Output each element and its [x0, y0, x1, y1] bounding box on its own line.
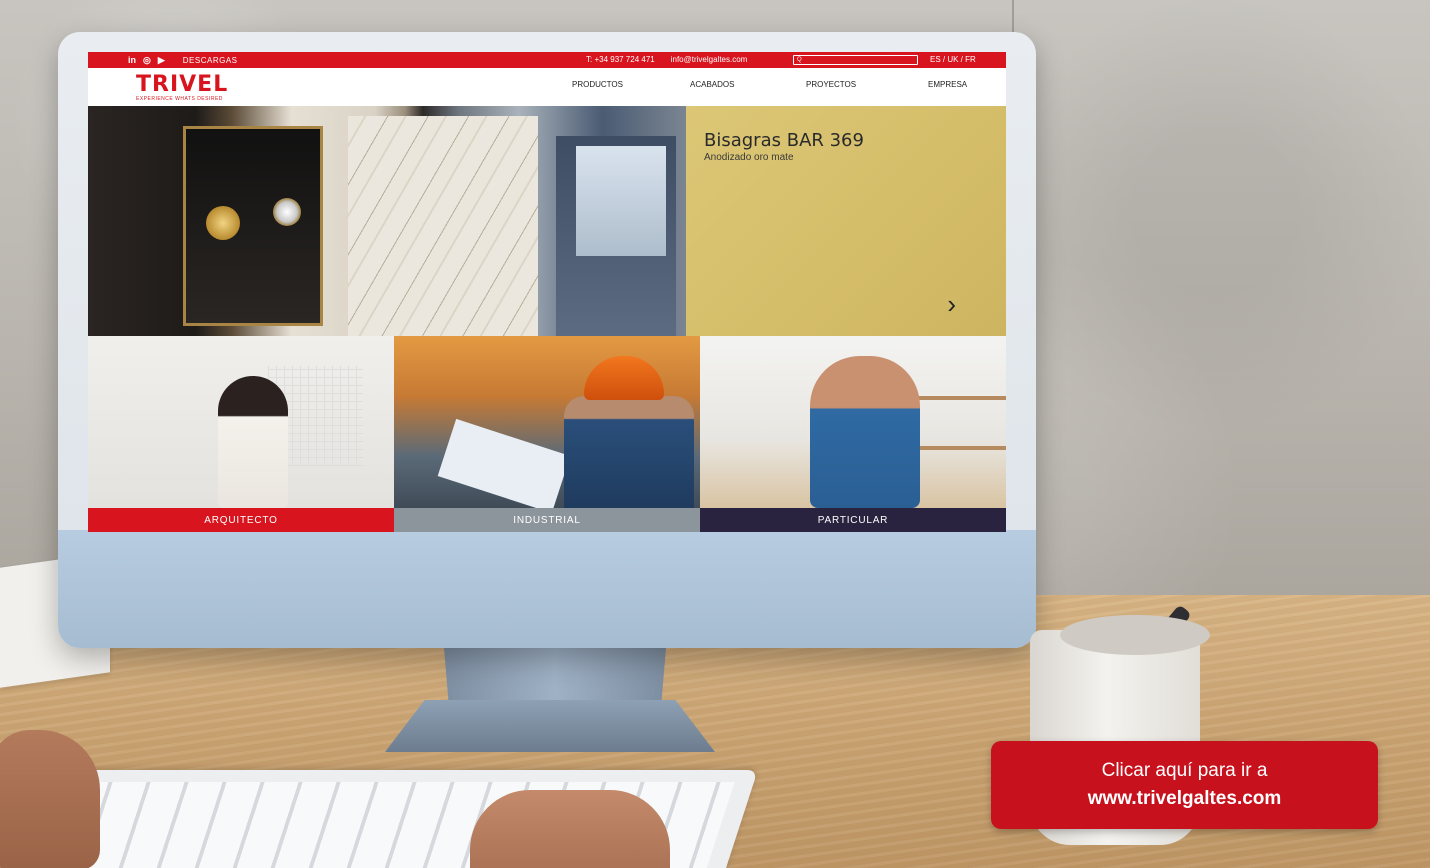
phone-number[interactable]: T: +34 937 724 471 [586, 55, 655, 64]
homeowner-figure [810, 356, 920, 508]
site-header: TRIVEL EXPERIENCE WHATS DESIRED PRODUCTO… [88, 68, 1006, 106]
downloads-link[interactable]: DESCARGAS [183, 56, 238, 65]
hero-title: Bisagras BAR 369 [704, 130, 864, 151]
trivel-logo[interactable]: TRIVEL [136, 74, 228, 96]
next-slide-icon[interactable]: › [947, 291, 956, 317]
search-input[interactable]: Q [793, 55, 918, 65]
hero-window-light [576, 146, 666, 256]
monitor: in ◎ ▶ DESCARGAS T: +34 937 724 471 info… [58, 32, 1036, 648]
hero-banner: Bisagras BAR 369 Anodizado oro mate › [88, 106, 1006, 336]
contact-info: T: +34 937 724 471 info@trivelgaltes.com [586, 55, 747, 64]
cta-line-1: Clicar aquí para ir a [1101, 760, 1268, 781]
instagram-icon[interactable]: ◎ [143, 55, 151, 66]
nav-empresa[interactable]: EMPRESA [928, 80, 967, 89]
hero-product-panel: Bisagras BAR 369 Anodizado oro mate › [686, 106, 1006, 336]
youtube-icon[interactable]: ▶ [158, 55, 165, 66]
nav-acabados[interactable]: ACABADOS [690, 80, 806, 89]
tile-label-industrial[interactable]: INDUSTRIAL [394, 508, 700, 532]
tile-industrial[interactable]: INDUSTRIAL [394, 336, 700, 532]
hero-shower-door [183, 126, 323, 326]
linkedin-icon[interactable]: in [128, 55, 136, 65]
left-hand [0, 730, 100, 868]
hero-subtitle: Anodizado oro mate [704, 152, 794, 163]
tile-label-particular[interactable]: PARTICULAR [700, 508, 1006, 532]
top-utility-bar: in ◎ ▶ DESCARGAS T: +34 937 724 471 info… [88, 52, 1006, 68]
nav-productos[interactable]: PRODUCTOS [572, 80, 690, 89]
hero-brass-fitting [206, 206, 240, 240]
hero-round-mirror [273, 198, 301, 226]
language-switcher[interactable]: ES / UK / FR [930, 55, 976, 64]
architect-figure [218, 376, 288, 508]
right-hand [470, 790, 670, 868]
cta-url: www.trivelgaltes.com [1087, 788, 1282, 809]
tile-particular[interactable]: PARTICULAR [700, 336, 1006, 532]
category-tiles: ARQUITECTO INDUSTRIAL PARTICULAR [88, 336, 1006, 532]
logo-tagline: EXPERIENCE WHATS DESIRED [136, 96, 223, 102]
pen-cup-rim [1060, 615, 1210, 655]
tile-label-arquitecto[interactable]: ARQUITECTO [88, 508, 394, 532]
email-link[interactable]: info@trivelgaltes.com [671, 55, 748, 64]
social-links: in ◎ ▶ [128, 55, 165, 66]
monitor-chin [58, 530, 1036, 648]
website-screen: in ◎ ▶ DESCARGAS T: +34 937 724 471 info… [88, 52, 1006, 532]
nav-proyectos[interactable]: PROYECTOS [806, 80, 928, 89]
visit-website-button[interactable]: Clicar aquí para ir a www.trivelgaltes.c… [991, 741, 1378, 829]
worker-figure [564, 396, 694, 508]
tile-arquitecto[interactable]: ARQUITECTO [88, 336, 394, 532]
monitor-stand-foot [385, 700, 715, 752]
main-nav: PRODUCTOS ACABADOS PROYECTOS EMPRESA [572, 80, 967, 89]
hero-marble-wall [348, 116, 538, 336]
